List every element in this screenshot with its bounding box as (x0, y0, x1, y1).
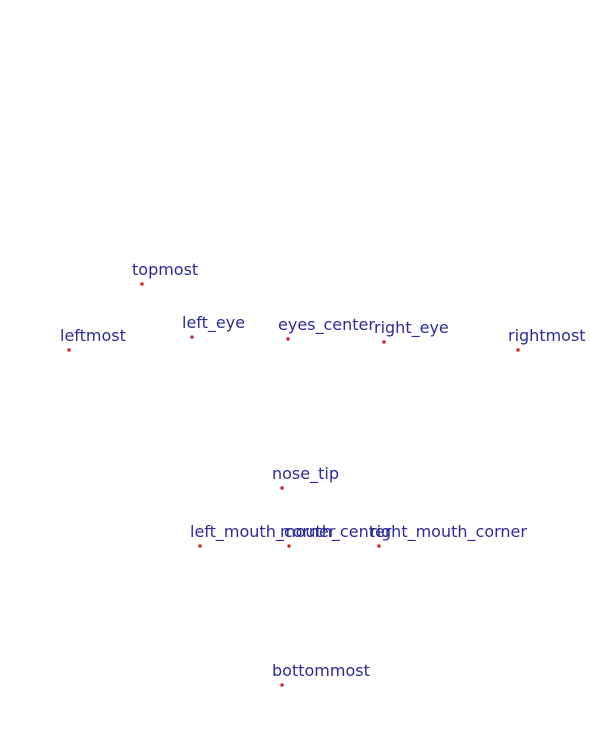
rightmost-label: rightmost (508, 326, 586, 345)
nose-tip-marker (280, 486, 284, 490)
right-mouth-corner-label: right_mouth_corner (370, 522, 527, 542)
eyes-center-marker (286, 337, 290, 341)
bottommost-label: bottommost (272, 661, 370, 680)
landmark-canvas: topmostleftmostleft_eye eyes_center right_… (60, 260, 586, 687)
landmark-markers (67, 282, 520, 687)
eyes-center-label: eyes_center (278, 315, 375, 335)
landmark-labels: topmostleftmostleft_eye eyes_center right_… (60, 260, 586, 680)
mouth-center-marker (287, 544, 291, 548)
bottommost-marker (280, 683, 284, 687)
rightmost-marker (516, 348, 520, 352)
left-eye-label: left_eye (182, 313, 245, 333)
left-mouth-corner-marker (198, 544, 202, 548)
right-mouth-corner-marker (377, 544, 381, 548)
nose-tip-label: nose_tip (272, 464, 339, 484)
right-eye-marker (382, 340, 386, 344)
leftmost-label: leftmost (60, 326, 126, 345)
topmost-label: topmost (132, 260, 198, 279)
right-eye-label: right_eye (374, 318, 449, 338)
leftmost-marker (67, 348, 71, 352)
left-eye-marker (190, 335, 194, 339)
topmost-marker (140, 282, 144, 286)
